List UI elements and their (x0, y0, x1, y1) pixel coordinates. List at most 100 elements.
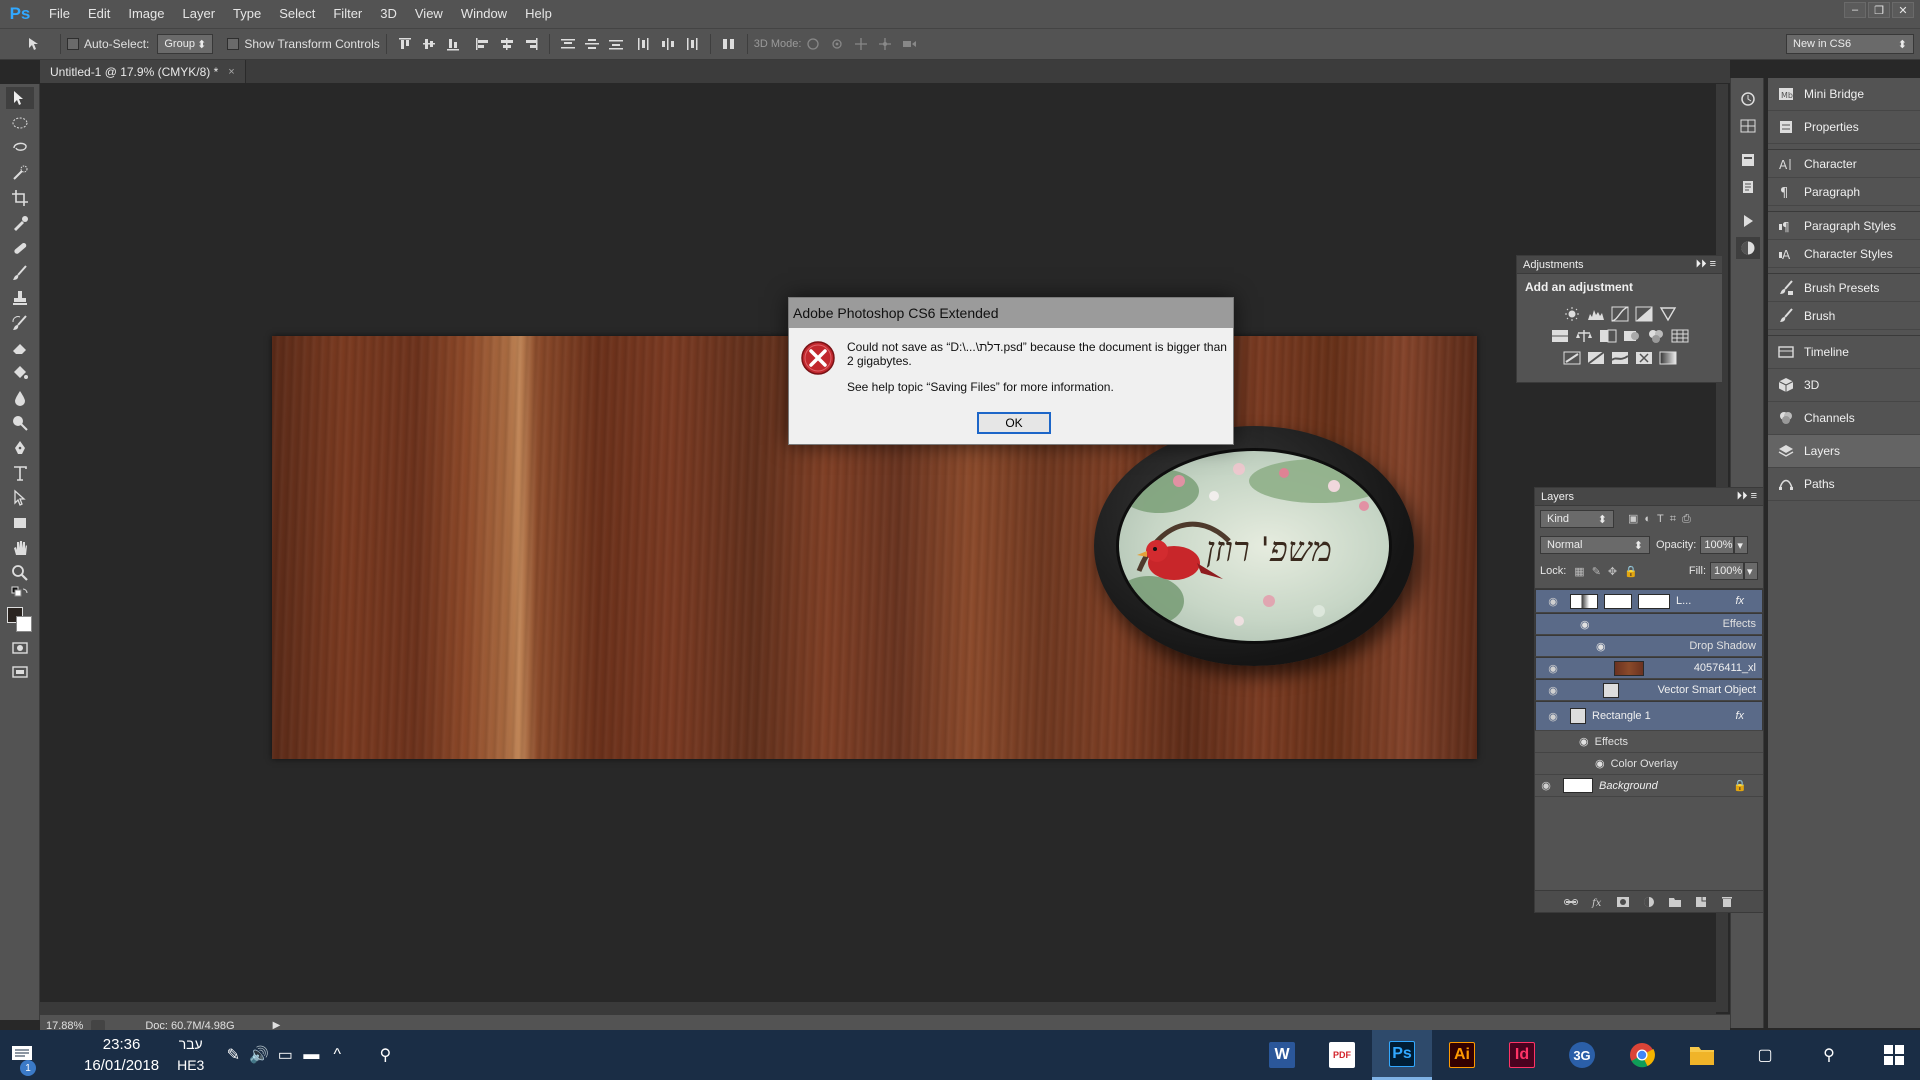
layer-kind-filter[interactable]: Kind ⬍ (1540, 510, 1614, 528)
menu-filter[interactable]: Filter (324, 0, 371, 28)
effects-row[interactable]: ◉ Effects (1535, 613, 1763, 635)
fx-button-icon[interactable]: fx (1590, 896, 1604, 908)
link-layers-icon[interactable] (1564, 896, 1578, 908)
align-top-icon[interactable] (395, 35, 415, 53)
dodge-tool-icon[interactable] (6, 412, 34, 434)
auto-select-dropdown[interactable]: Group ⬍ (157, 34, 214, 54)
background-color[interactable] (16, 616, 32, 632)
levels-icon[interactable] (1587, 306, 1605, 322)
people-icon[interactable]: ⚲ (372, 1042, 398, 1068)
layer-row[interactable]: ◉ 40576411_xl (1535, 657, 1763, 679)
brush-tool-icon[interactable] (6, 262, 34, 284)
invert-icon[interactable] (1563, 350, 1581, 366)
auto-select-checkbox[interactable]: Auto-Select: (67, 37, 149, 51)
selective-color-icon[interactable] (1635, 350, 1653, 366)
3g-app[interactable]: 3G (1552, 1030, 1612, 1080)
menu-3d[interactable]: 3D (371, 0, 406, 28)
close-tab-icon[interactable]: × (228, 66, 234, 78)
curves-icon[interactable] (1611, 306, 1629, 322)
layer-name[interactable]: L... (1676, 595, 1691, 607)
menu-select[interactable]: Select (270, 0, 324, 28)
acrobat-app[interactable]: PDF (1312, 1030, 1372, 1080)
layer-row[interactable]: ◉ L... fx (1535, 589, 1763, 613)
delete-layer-icon[interactable] (1720, 896, 1734, 908)
task-view-icon[interactable]: ▢ (1752, 1042, 1778, 1068)
horizontal-scrollbar[interactable] (40, 1002, 1716, 1014)
color-balance-icon[interactable] (1575, 328, 1593, 344)
type-tool-icon[interactable] (6, 462, 34, 484)
menu-type[interactable]: Type (224, 0, 270, 28)
notes-icon[interactable] (1736, 176, 1760, 198)
new-adjustment-icon[interactable] (1642, 896, 1656, 908)
distribute-vcenter-icon[interactable] (582, 35, 602, 53)
layers-tab[interactable]: Layers (1541, 491, 1574, 503)
blur-tool-icon[interactable] (6, 387, 34, 409)
photo-filter-icon[interactable] (1623, 328, 1641, 344)
panel-mini-bridge[interactable]: Mb Mini Bridge (1768, 78, 1920, 111)
layer-name[interactable]: Vector Smart Object (1658, 684, 1756, 696)
search-icon[interactable]: ⚲ (1816, 1042, 1842, 1068)
file-explorer-app[interactable] (1672, 1030, 1732, 1080)
eraser-tool-icon[interactable] (6, 337, 34, 359)
marquee-tool-icon[interactable] (6, 112, 34, 134)
threshold-icon[interactable] (1610, 350, 1629, 366)
healing-brush-tool-icon[interactable] (6, 237, 34, 259)
actions-icon[interactable] (1736, 210, 1760, 232)
pen-tool-icon[interactable] (6, 437, 34, 459)
hand-tool-icon[interactable] (6, 537, 34, 559)
layer-name[interactable]: Background (1599, 780, 1658, 792)
channel-mixer-icon[interactable] (1647, 328, 1665, 344)
panel-brush-presets[interactable]: Brush Presets (1768, 274, 1920, 302)
panel-menu-icon[interactable]: ⏵⏵ ≡ (1737, 490, 1757, 503)
align-bottom-icon[interactable] (443, 35, 463, 53)
menu-image[interactable]: Image (119, 0, 173, 28)
panel-timeline[interactable]: Timeline (1768, 336, 1920, 369)
menu-layer[interactable]: Layer (174, 0, 225, 28)
eye-icon[interactable]: ◉ (1579, 735, 1589, 748)
close-button[interactable]: ✕ (1892, 2, 1914, 18)
swatches-icon[interactable] (1736, 115, 1760, 137)
menu-file[interactable]: File (40, 0, 79, 28)
panel-character[interactable]: A Character (1768, 150, 1920, 178)
panel-character-styles[interactable]: A Character Styles (1768, 240, 1920, 268)
action-center-icon[interactable]: 1 (0, 1030, 44, 1080)
panel-3d[interactable]: 3D (1768, 369, 1920, 402)
crop-tool-icon[interactable] (6, 187, 34, 209)
black-white-icon[interactable] (1599, 328, 1617, 344)
eyedropper-tool-icon[interactable] (6, 212, 34, 234)
distribute-left-icon[interactable] (634, 35, 654, 53)
hue-saturation-icon[interactable] (1551, 328, 1569, 344)
new-layer-icon[interactable] (1694, 896, 1708, 908)
move-tool-icon[interactable] (6, 87, 34, 109)
checkbox-box[interactable] (67, 38, 79, 50)
path-selection-tool-icon[interactable] (6, 487, 34, 509)
fill-input[interactable]: 100% (1710, 562, 1744, 580)
blend-mode-dropdown[interactable]: Normal ⬍ (1540, 536, 1650, 554)
zoom-tool-icon[interactable] (6, 562, 34, 584)
quick-selection-tool-icon[interactable] (6, 162, 34, 184)
panel-paragraph-styles[interactable]: ¶ Paragraph Styles (1768, 212, 1920, 240)
minimize-button[interactable]: – (1844, 2, 1866, 18)
fill-slider-toggle[interactable]: ▾ (1744, 562, 1758, 580)
eye-icon[interactable]: ◉ (1595, 757, 1605, 770)
fx-icon[interactable]: fx (1735, 595, 1744, 607)
network-icon[interactable]: ▭ (272, 1042, 298, 1068)
layer-name[interactable]: 40576411_xl (1694, 662, 1756, 674)
color-swatches[interactable] (6, 606, 34, 634)
adjustments-header[interactable]: Adjustments ⏵⏵ ≡ (1517, 256, 1722, 274)
eye-icon[interactable]: ◉ (1580, 618, 1590, 631)
panel-channels[interactable]: Channels (1768, 402, 1920, 435)
distribute-right-icon[interactable] (682, 35, 702, 53)
new-group-icon[interactable] (1668, 896, 1682, 908)
lock-icons[interactable]: ▦✎✥🔒 (1574, 565, 1645, 578)
checkbox-box[interactable] (227, 38, 240, 50)
volume-icon[interactable]: 🔊 (246, 1042, 272, 1068)
default-colors-icon[interactable] (6, 586, 34, 603)
history-icon[interactable] (1736, 88, 1760, 110)
align-vcenter-icon[interactable] (419, 35, 439, 53)
language-indicator[interactable]: עבר HE3 (177, 1034, 204, 1076)
add-mask-icon[interactable] (1616, 896, 1630, 908)
move-tool-preset-icon[interactable] (18, 35, 52, 53)
filter-type-icons[interactable]: ▣◐T⌗⎙ (1628, 512, 1697, 526)
distribute-top-icon[interactable] (558, 35, 578, 53)
